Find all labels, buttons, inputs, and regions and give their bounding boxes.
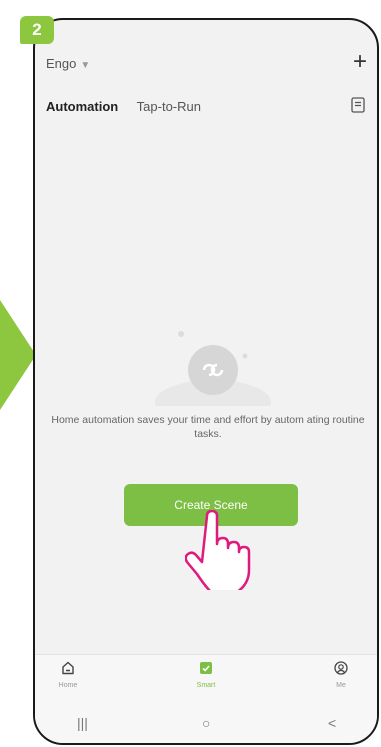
- nav-me[interactable]: Me: [311, 661, 371, 689]
- tab-tap-to-run[interactable]: Tap-to-Run: [137, 99, 201, 114]
- arrow-right-icon: [0, 300, 36, 410]
- add-button[interactable]: +: [353, 50, 367, 74]
- system-navigation-bar: ||| ○ <: [35, 705, 377, 743]
- nav-home[interactable]: Home: [38, 661, 98, 689]
- nav-smart-label: Smart: [196, 682, 216, 689]
- top-bar: Engo ▼ +: [35, 50, 377, 80]
- system-home-button[interactable]: ○: [202, 715, 210, 731]
- bottom-navigation: Home Smart Me: [35, 654, 377, 705]
- back-button[interactable]: <: [328, 715, 336, 731]
- pointing-hand-icon: [185, 510, 251, 590]
- empty-state-message: Home automation saves your time and effo…: [51, 414, 365, 440]
- smart-icon: [200, 662, 212, 674]
- nav-smart[interactable]: Smart: [176, 661, 236, 689]
- home-selector[interactable]: Engo ▼: [46, 56, 90, 71]
- automation-empty-icon: [155, 331, 271, 406]
- tab-automation[interactable]: Automation: [46, 99, 118, 114]
- home-icon: [62, 661, 74, 675]
- step-badge: 2: [20, 16, 54, 44]
- tab-bar: Automation Tap-to-Run: [46, 98, 215, 120]
- home-name-label: Engo: [46, 56, 77, 71]
- profile-icon: [334, 661, 348, 675]
- log-icon[interactable]: [351, 97, 365, 113]
- nav-home-label: Home: [58, 682, 78, 689]
- nav-me-label: Me: [336, 682, 346, 689]
- caret-down-icon: ▼: [80, 60, 91, 71]
- recents-button[interactable]: |||: [77, 715, 88, 731]
- phone-screen: Engo ▼ + Automation Tap-to-Run Home autom…: [33, 18, 379, 745]
